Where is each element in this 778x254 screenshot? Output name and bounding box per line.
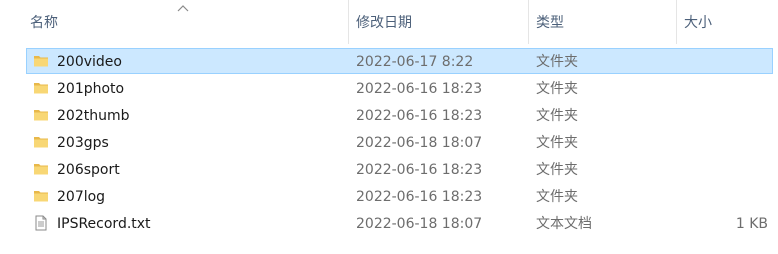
folder-icon — [33, 130, 49, 154]
file-type: 文件夹 — [536, 81, 578, 97]
file-date-modified: 2022-06-16 18:23 — [356, 81, 483, 97]
file-type: 文件夹 — [536, 135, 578, 151]
folder-icon — [33, 184, 49, 208]
file-date-modified: 2022-06-16 18:23 — [356, 189, 483, 205]
file-type: 文件夹 — [536, 108, 578, 124]
file-name: 207log — [57, 189, 106, 205]
file-row[interactable]: 206sport 2022-06-16 18:23 文件夹 — [26, 156, 773, 182]
file-row[interactable]: 203gps 2022-06-18 18:07 文件夹 — [26, 129, 773, 155]
column-header-bar: 名称 修改日期 类型 大小 — [0, 0, 778, 44]
file-date-modified: 2022-06-18 18:07 — [356, 135, 483, 151]
file-row[interactable]: 207log 2022-06-16 18:23 文件夹 — [26, 183, 773, 209]
file-name: IPSRecord.txt — [57, 216, 151, 232]
column-header-name[interactable]: 名称 — [22, 0, 348, 44]
file-row[interactable]: 201photo 2022-06-16 18:23 文件夹 — [26, 75, 773, 101]
file-name: 200video — [57, 54, 122, 70]
text-file-icon — [33, 211, 49, 235]
file-type: 文件夹 — [536, 54, 578, 70]
file-row[interactable]: 202thumb 2022-06-16 18:23 文件夹 — [26, 102, 773, 128]
file-name: 201photo — [57, 81, 125, 97]
file-name: 203gps — [57, 135, 109, 151]
file-type: 文件夹 — [536, 189, 578, 205]
column-header-type[interactable]: 类型 — [528, 0, 676, 44]
file-type: 文件夹 — [536, 162, 578, 178]
file-date-modified: 2022-06-16 18:23 — [356, 162, 483, 178]
folder-icon — [33, 103, 49, 127]
folder-icon — [33, 76, 49, 100]
file-date-modified: 2022-06-17 8:22 — [356, 54, 474, 70]
file-row[interactable]: 200video 2022-06-17 8:22 文件夹 — [26, 48, 773, 74]
file-date-modified: 2022-06-16 18:23 — [356, 108, 483, 124]
folder-icon — [33, 157, 49, 181]
file-type: 文本文档 — [536, 216, 592, 232]
file-name: 202thumb — [57, 108, 130, 124]
file-explorer: 名称 修改日期 类型 大小 200video 2022-06-17 8:22 文件夹… — [0, 0, 778, 254]
column-header-date-modified[interactable]: 修改日期 — [348, 0, 528, 44]
column-header-size[interactable]: 大小 — [676, 0, 778, 44]
folder-icon — [33, 49, 49, 73]
file-date-modified: 2022-06-18 18:07 — [356, 216, 483, 232]
file-name: 206sport — [57, 162, 120, 178]
file-size: 1 KB — [735, 216, 768, 232]
file-row[interactable]: IPSRecord.txt 2022-06-18 18:07 文本文档 1 KB — [26, 210, 773, 236]
